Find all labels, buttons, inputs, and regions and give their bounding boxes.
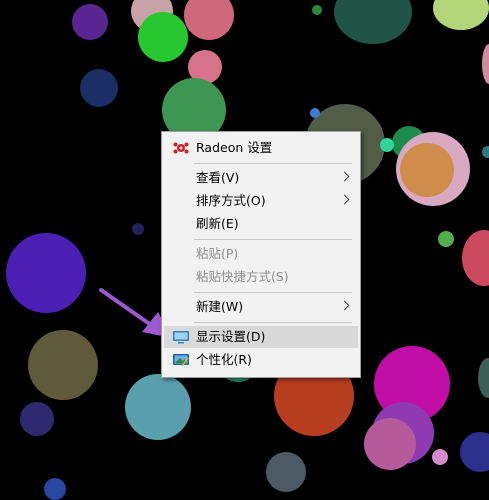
menu-item-display-settings[interactable]: 显示设置(D) xyxy=(164,326,358,348)
menu-separator xyxy=(194,292,352,293)
menu-item-label: Radeon 设置 xyxy=(196,140,273,155)
wallpaper-bubble xyxy=(266,452,306,492)
menu-item-label: 刷新(E) xyxy=(196,216,239,231)
wallpaper-bubble xyxy=(482,44,489,84)
wallpaper-bubble xyxy=(72,4,108,40)
wallpaper-bubble xyxy=(138,12,188,62)
wallpaper-bubble xyxy=(20,402,54,436)
personalize-icon xyxy=(173,354,189,367)
menu-item-label: 粘贴(P) xyxy=(196,246,239,261)
wallpaper-bubble xyxy=(125,374,191,440)
wallpaper-bubble xyxy=(44,478,66,500)
desktop-context-menu: Radeon 设置 查看(V) 排序方式(O) 刷新(E) 粘贴(P) 粘贴快捷… xyxy=(161,131,361,378)
menu-item-refresh[interactable]: 刷新(E) xyxy=(164,213,358,235)
menu-item-radeon-settings[interactable]: Radeon 设置 xyxy=(164,137,358,159)
wallpaper-bubble xyxy=(438,231,454,247)
radeon-icon xyxy=(173,142,189,154)
wallpaper-bubble xyxy=(80,69,118,107)
wallpaper-bubble xyxy=(432,449,448,465)
menu-item-label: 粘贴快捷方式(S) xyxy=(196,269,289,284)
wallpaper-bubble xyxy=(28,330,98,400)
menu-item-label: 新建(W) xyxy=(196,299,244,314)
wallpaper-bubble xyxy=(312,5,322,15)
menu-item-personalize[interactable]: 个性化(R) xyxy=(164,349,358,371)
wallpaper-bubble xyxy=(400,143,454,197)
submenu-chevron-icon xyxy=(339,171,350,182)
wallpaper-bubble xyxy=(132,223,144,235)
menu-separator xyxy=(194,239,352,240)
menu-item-view[interactable]: 查看(V) xyxy=(164,167,358,189)
wallpaper-bubble xyxy=(364,418,416,470)
wallpaper-bubble xyxy=(184,0,234,40)
display-settings-icon xyxy=(173,331,189,344)
menu-item-label: 显示设置(D) xyxy=(196,329,266,344)
wallpaper-bubble xyxy=(310,108,320,118)
menu-item-paste-shortcut[interactable]: 粘贴快捷方式(S) xyxy=(164,266,358,288)
menu-item-label: 个性化(R) xyxy=(196,352,252,367)
wallpaper-bubble xyxy=(462,230,489,286)
menu-item-new[interactable]: 新建(W) xyxy=(164,296,358,318)
submenu-chevron-icon xyxy=(339,300,350,311)
wallpaper-bubble xyxy=(460,432,489,472)
menu-separator xyxy=(194,322,352,323)
wallpaper-bubble xyxy=(478,358,489,398)
submenu-chevron-icon xyxy=(339,194,350,205)
menu-item-label: 排序方式(O) xyxy=(196,193,266,208)
menu-separator xyxy=(194,163,352,164)
menu-item-sort-by[interactable]: 排序方式(O) xyxy=(164,190,358,212)
wallpaper-bubble xyxy=(433,0,489,30)
wallpaper-bubble xyxy=(380,138,394,152)
wallpaper-bubble xyxy=(334,0,412,44)
wallpaper-bubble xyxy=(6,233,86,313)
menu-item-paste[interactable]: 粘贴(P) xyxy=(164,243,358,265)
menu-item-label: 查看(V) xyxy=(196,170,240,185)
wallpaper-bubble xyxy=(482,146,489,158)
